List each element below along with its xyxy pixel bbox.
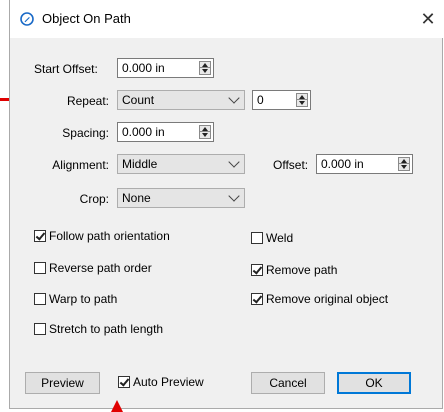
repeat-label: Repeat: bbox=[66, 94, 109, 108]
crop-label: Crop: bbox=[79, 192, 109, 206]
cancel-button[interactable]: Cancel bbox=[251, 372, 325, 394]
offset-value[interactable]: 0.000 in bbox=[321, 157, 364, 171]
chevron-down-icon bbox=[228, 190, 240, 202]
checkbox-check-icon[interactable] bbox=[251, 293, 263, 305]
object-on-path-dialog: Object On Path ✕ Start Offset: 0.000 in … bbox=[9, 0, 443, 409]
checkbox-box[interactable] bbox=[251, 232, 263, 244]
alignment-label: Alignment: bbox=[52, 158, 109, 172]
checkbox-check-icon[interactable] bbox=[251, 264, 263, 276]
remove-original-object-label[interactable]: Remove original object bbox=[266, 292, 388, 306]
crop-value: None bbox=[122, 191, 151, 205]
offset-label: Offset: bbox=[273, 158, 309, 172]
checkbox-check-icon[interactable] bbox=[118, 376, 130, 388]
offset-spinbox[interactable]: 0.000 in bbox=[316, 154, 413, 174]
alignment-dropdown[interactable]: Middle bbox=[117, 154, 245, 174]
offset-stepper[interactable] bbox=[398, 157, 410, 171]
repeat-count-value[interactable]: 0 bbox=[257, 93, 264, 107]
ok-button[interactable]: OK bbox=[337, 372, 411, 394]
window-title: Object On Path bbox=[42, 11, 131, 26]
repeat-mode-dropdown[interactable]: Count bbox=[117, 90, 245, 110]
warp-to-path-label[interactable]: Warp to path bbox=[49, 292, 117, 306]
spacing-value[interactable]: 0.000 in bbox=[122, 125, 165, 139]
checkbox-box[interactable] bbox=[34, 262, 46, 274]
alignment-value: Middle bbox=[122, 157, 158, 171]
spacing-stepper[interactable] bbox=[199, 125, 211, 139]
start-offset-value[interactable]: 0.000 in bbox=[122, 61, 165, 75]
annotation-arrowhead-auto-preview bbox=[111, 400, 123, 412]
start-offset-stepper[interactable] bbox=[199, 61, 211, 75]
remove-path-label[interactable]: Remove path bbox=[266, 263, 337, 277]
crop-dropdown[interactable]: None bbox=[117, 188, 245, 208]
close-button[interactable]: ✕ bbox=[415, 6, 441, 32]
pen-nib-icon bbox=[20, 12, 34, 26]
follow-path-orientation-label[interactable]: Follow path orientation bbox=[49, 229, 170, 243]
auto-preview-label[interactable]: Auto Preview bbox=[133, 375, 204, 389]
chevron-down-icon bbox=[228, 92, 240, 104]
close-icon: ✕ bbox=[420, 9, 436, 29]
reverse-path-order-label[interactable]: Reverse path order bbox=[49, 261, 152, 275]
repeat-count-stepper[interactable] bbox=[296, 93, 308, 107]
chevron-down-icon bbox=[228, 156, 240, 168]
checkbox-box[interactable] bbox=[34, 293, 46, 305]
repeat-mode-value: Count bbox=[122, 93, 155, 107]
repeat-count-spinbox[interactable]: 0 bbox=[252, 90, 311, 110]
checkbox-check-icon[interactable] bbox=[34, 230, 46, 242]
spacing-label: Spacing: bbox=[62, 126, 109, 140]
stretch-to-path-length-label[interactable]: Stretch to path length bbox=[49, 322, 163, 336]
checkbox-box[interactable] bbox=[34, 323, 46, 335]
preview-button[interactable]: Preview bbox=[25, 372, 100, 394]
title-bar: Object On Path ✕ bbox=[10, 0, 443, 38]
start-offset-spinbox[interactable]: 0.000 in bbox=[117, 58, 214, 78]
start-offset-label: Start Offset: bbox=[34, 62, 98, 76]
spacing-spinbox[interactable]: 0.000 in bbox=[117, 122, 214, 142]
weld-label[interactable]: Weld bbox=[266, 231, 293, 245]
